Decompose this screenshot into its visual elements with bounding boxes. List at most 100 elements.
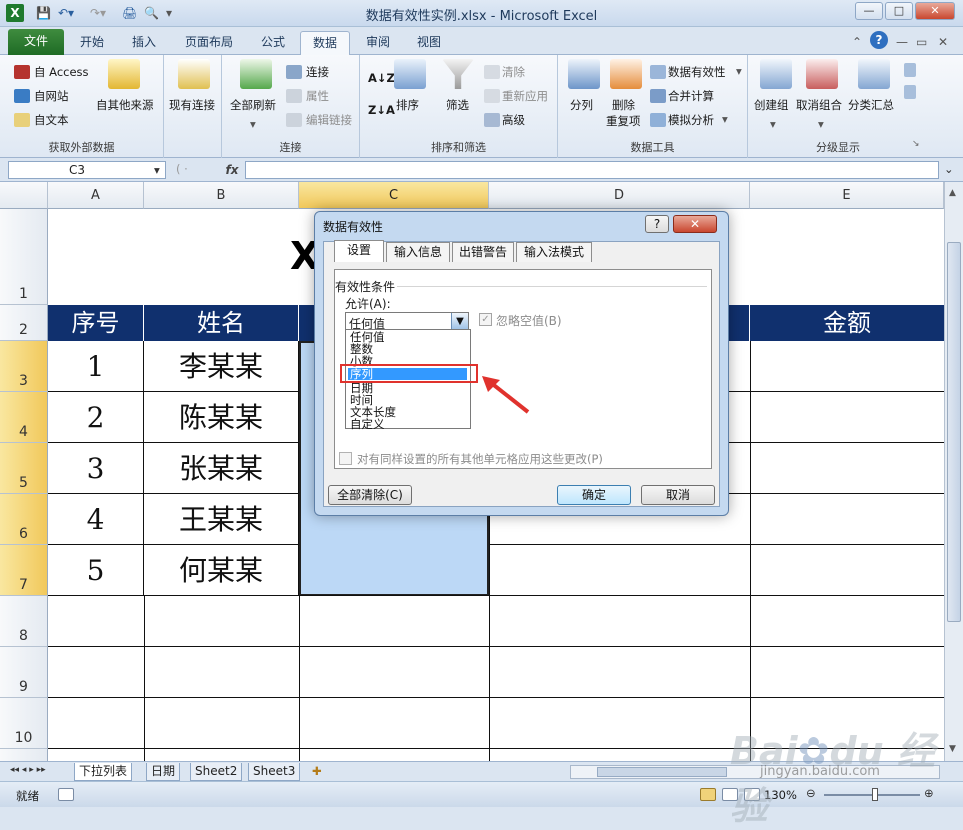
- header-cell-index[interactable]: 序号: [48, 305, 144, 341]
- tab-review[interactable]: 审阅: [356, 31, 400, 55]
- apply-all-checkbox[interactable]: [339, 452, 352, 465]
- tab-settings[interactable]: 设置: [334, 240, 384, 262]
- formula-input[interactable]: [245, 161, 939, 179]
- scroll-thumb[interactable]: [947, 242, 961, 622]
- tab-view[interactable]: 视图: [406, 31, 452, 55]
- tab-input-message[interactable]: 输入信息: [386, 242, 450, 262]
- column-header-b[interactable]: B: [144, 182, 299, 209]
- table-cell[interactable]: 4: [48, 494, 144, 545]
- group-button[interactable]: 创建组: [754, 97, 789, 113]
- row-header[interactable]: 5: [0, 443, 48, 494]
- normal-view-icon[interactable]: [700, 788, 716, 801]
- maximize-button[interactable]: □: [885, 2, 913, 20]
- validation-dropdown-icon[interactable]: ▾: [736, 64, 742, 78]
- sheet-tab-dropdown-list[interactable]: 下拉列表: [74, 763, 133, 781]
- row-header[interactable]: 2: [0, 305, 48, 341]
- what-if-button[interactable]: 模拟分析: [668, 112, 714, 128]
- group-dropdown-icon[interactable]: ▾: [770, 117, 776, 131]
- reapply-button[interactable]: 重新应用: [502, 88, 548, 104]
- refresh-all-button[interactable]: 全部刷新: [230, 97, 276, 113]
- table-cell[interactable]: 何某某: [144, 545, 299, 596]
- select-all-corner[interactable]: [0, 182, 48, 209]
- close-button[interactable]: ✕: [915, 2, 955, 20]
- collapse-ribbon-icon[interactable]: ⌃: [852, 33, 862, 51]
- sheet-tab-sheet3[interactable]: Sheet3: [248, 763, 301, 781]
- row-header[interactable]: 4: [0, 392, 48, 443]
- scroll-up-icon[interactable]: ▲: [949, 188, 956, 198]
- vertical-scrollbar[interactable]: ▲ ▼: [944, 182, 963, 761]
- consolidate-button[interactable]: 合并计算: [668, 88, 714, 104]
- dialog-help-button[interactable]: ?: [645, 215, 669, 233]
- clear-all-button[interactable]: 全部清除(C): [328, 485, 412, 505]
- cancel-button[interactable]: 取消: [641, 485, 715, 505]
- row-header[interactable]: 3: [0, 341, 48, 392]
- name-box-dropdown-icon[interactable]: ▾: [154, 163, 160, 177]
- remove-duplicates-label-2[interactable]: 重复项: [606, 113, 641, 129]
- tab-ime-mode[interactable]: 输入法模式: [516, 242, 592, 262]
- formula-bar-handle-icon[interactable]: ( ·: [176, 162, 188, 176]
- table-cell[interactable]: 2: [48, 392, 144, 443]
- doc-close-icon[interactable]: ✕: [938, 33, 948, 51]
- row-header[interactable]: 9: [0, 647, 48, 698]
- column-header-d[interactable]: D: [489, 182, 750, 209]
- properties-button[interactable]: 属性: [306, 88, 329, 104]
- insert-function-button[interactable]: fx: [222, 161, 242, 179]
- tab-data[interactable]: 数据: [300, 31, 350, 55]
- chevron-down-icon[interactable]: ▼: [451, 313, 468, 330]
- column-header-a[interactable]: A: [48, 182, 144, 209]
- show-detail-icon[interactable]: [904, 63, 916, 77]
- from-other-sources-button[interactable]: 自其他来源: [96, 97, 154, 113]
- tab-error-alert[interactable]: 出错警告: [452, 242, 514, 262]
- tab-insert[interactable]: 插入: [122, 31, 166, 55]
- remove-duplicates-button[interactable]: 删除: [612, 97, 635, 113]
- expand-formula-icon[interactable]: ⌄: [944, 162, 954, 176]
- sheet-nav-icon[interactable]: ◂◂ ◂ ▸ ▸▸: [10, 765, 46, 775]
- row-header[interactable]: 10: [0, 698, 48, 749]
- sort-desc-icon[interactable]: Z↓A: [368, 103, 395, 117]
- macro-record-icon[interactable]: [58, 788, 74, 801]
- row-header[interactable]: 8: [0, 596, 48, 647]
- ignore-blank-checkbox[interactable]: ✓: [479, 313, 492, 326]
- column-header-e[interactable]: E: [750, 182, 944, 209]
- table-cell[interactable]: 5: [48, 545, 144, 596]
- sort-button[interactable]: 排序: [396, 97, 419, 113]
- filter-button[interactable]: 筛选: [446, 97, 469, 113]
- connections-button[interactable]: 连接: [306, 64, 329, 80]
- subtotal-button[interactable]: 分类汇总: [848, 97, 894, 113]
- name-box[interactable]: C3: [8, 161, 166, 179]
- table-cell[interactable]: 陈某某: [144, 392, 299, 443]
- table-cell[interactable]: 王某某: [144, 494, 299, 545]
- sheet-tab-date[interactable]: 日期: [146, 763, 181, 781]
- ok-button[interactable]: 确定: [557, 485, 631, 505]
- header-cell-name[interactable]: 姓名: [144, 305, 299, 341]
- hide-detail-icon[interactable]: [904, 85, 916, 99]
- ungroup-button[interactable]: 取消组合: [796, 97, 842, 113]
- ungroup-dropdown-icon[interactable]: ▾: [818, 117, 824, 131]
- tab-page-layout[interactable]: 页面布局: [176, 31, 242, 55]
- row-header[interactable]: [0, 749, 48, 761]
- dialog-close-button[interactable]: ✕: [673, 215, 717, 233]
- from-web-button[interactable]: 自网站: [34, 88, 69, 104]
- row-header[interactable]: 7: [0, 545, 48, 596]
- table-cell[interactable]: 李某某: [144, 341, 299, 392]
- dialog-launcher-icon[interactable]: ↘: [912, 139, 920, 149]
- clear-button[interactable]: 清除: [502, 64, 525, 80]
- table-cell[interactable]: 张某某: [144, 443, 299, 494]
- table-cell[interactable]: 1: [48, 341, 144, 392]
- tab-formulas[interactable]: 公式: [250, 31, 296, 55]
- row-header[interactable]: 1: [0, 209, 48, 305]
- table-cell[interactable]: 3: [48, 443, 144, 494]
- advanced-button[interactable]: 高级: [502, 112, 525, 128]
- tab-file[interactable]: 文件: [8, 29, 64, 55]
- doc-minimize-icon[interactable]: —: [896, 33, 908, 51]
- row-header[interactable]: 6: [0, 494, 48, 545]
- from-text-button[interactable]: 自文本: [34, 112, 69, 128]
- text-to-columns-button[interactable]: 分列: [570, 97, 593, 113]
- tab-home[interactable]: 开始: [70, 31, 114, 55]
- data-validation-button[interactable]: 数据有效性: [668, 64, 726, 80]
- help-icon[interactable]: ?: [870, 31, 888, 49]
- doc-restore-icon[interactable]: ▭: [916, 33, 927, 51]
- what-if-dropdown-icon[interactable]: ▾: [722, 112, 728, 126]
- edit-links-button[interactable]: 编辑链接: [306, 112, 352, 128]
- insert-sheet-icon[interactable]: ✚: [312, 764, 322, 778]
